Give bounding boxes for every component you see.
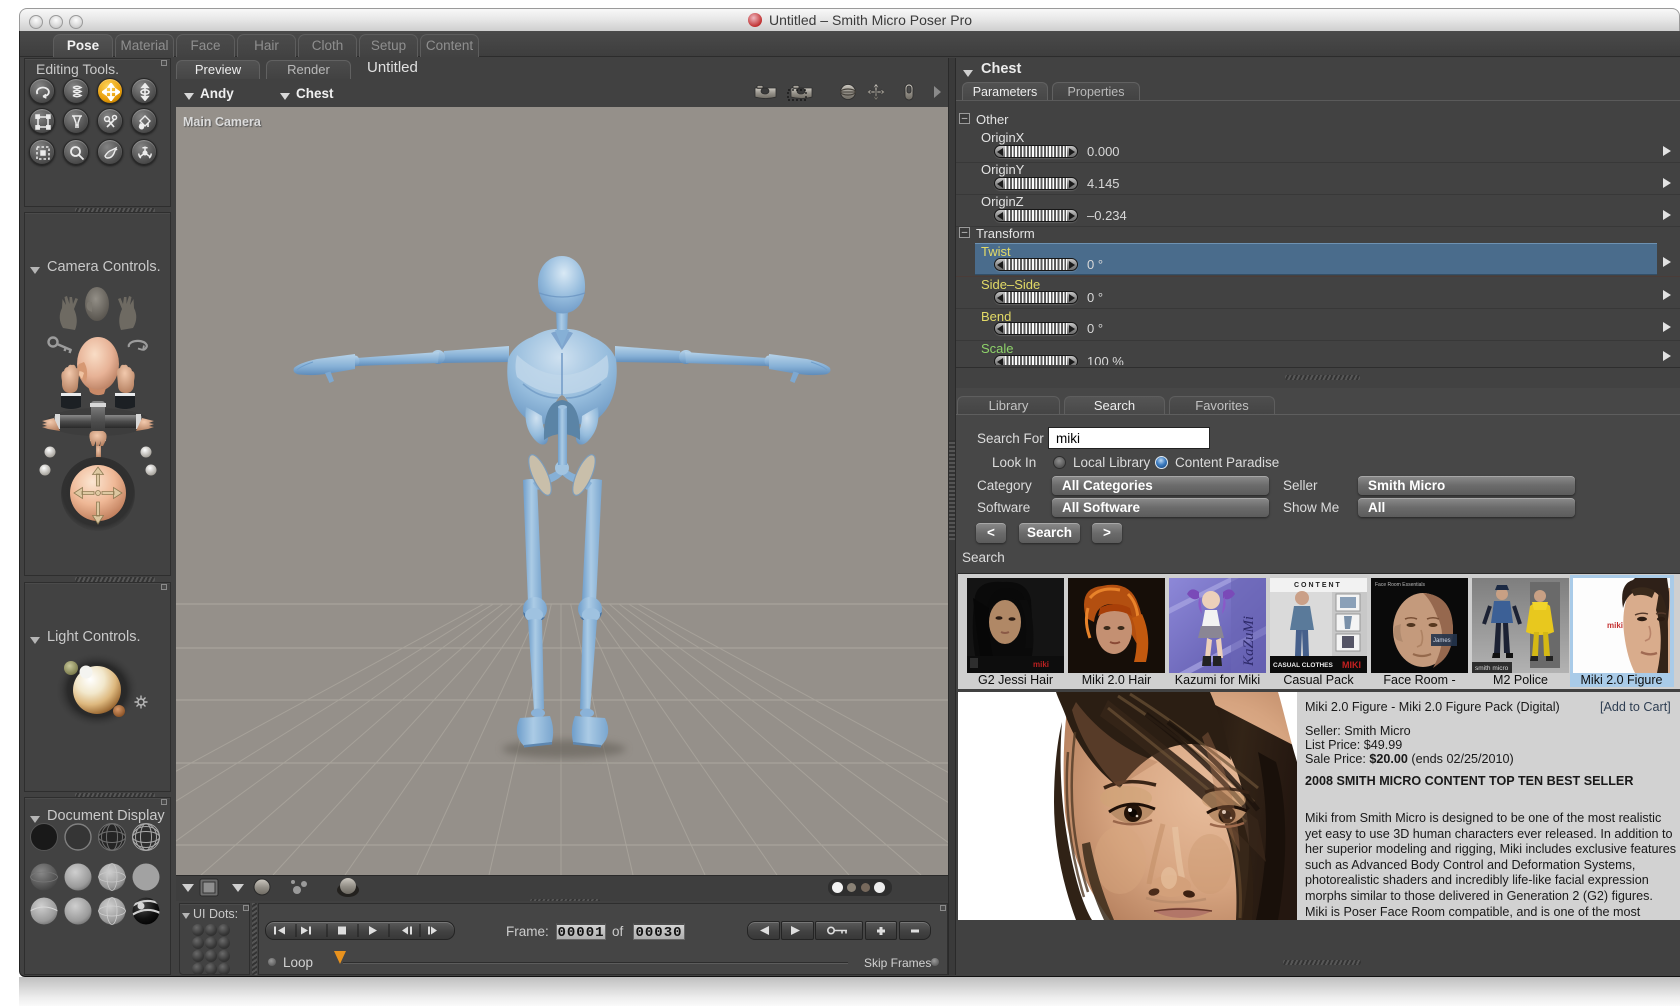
svg-text:Face Room Essentials: Face Room Essentials (1375, 582, 1426, 588)
svg-text:smith micro: smith micro (1475, 665, 1509, 672)
svg-text:James: James (1433, 638, 1451, 644)
svg-text:MIKI: MIKI (1342, 660, 1361, 670)
svg-text:miki: miki (1607, 621, 1623, 630)
svg-text:miki: miki (1033, 660, 1049, 669)
svg-text:KaZuMi: KaZuMi (1241, 616, 1257, 667)
svg-text:CASUAL CLOTHES: CASUAL CLOTHES (1273, 662, 1333, 669)
svg-text:CONTENT: CONTENT (1294, 582, 1342, 589)
